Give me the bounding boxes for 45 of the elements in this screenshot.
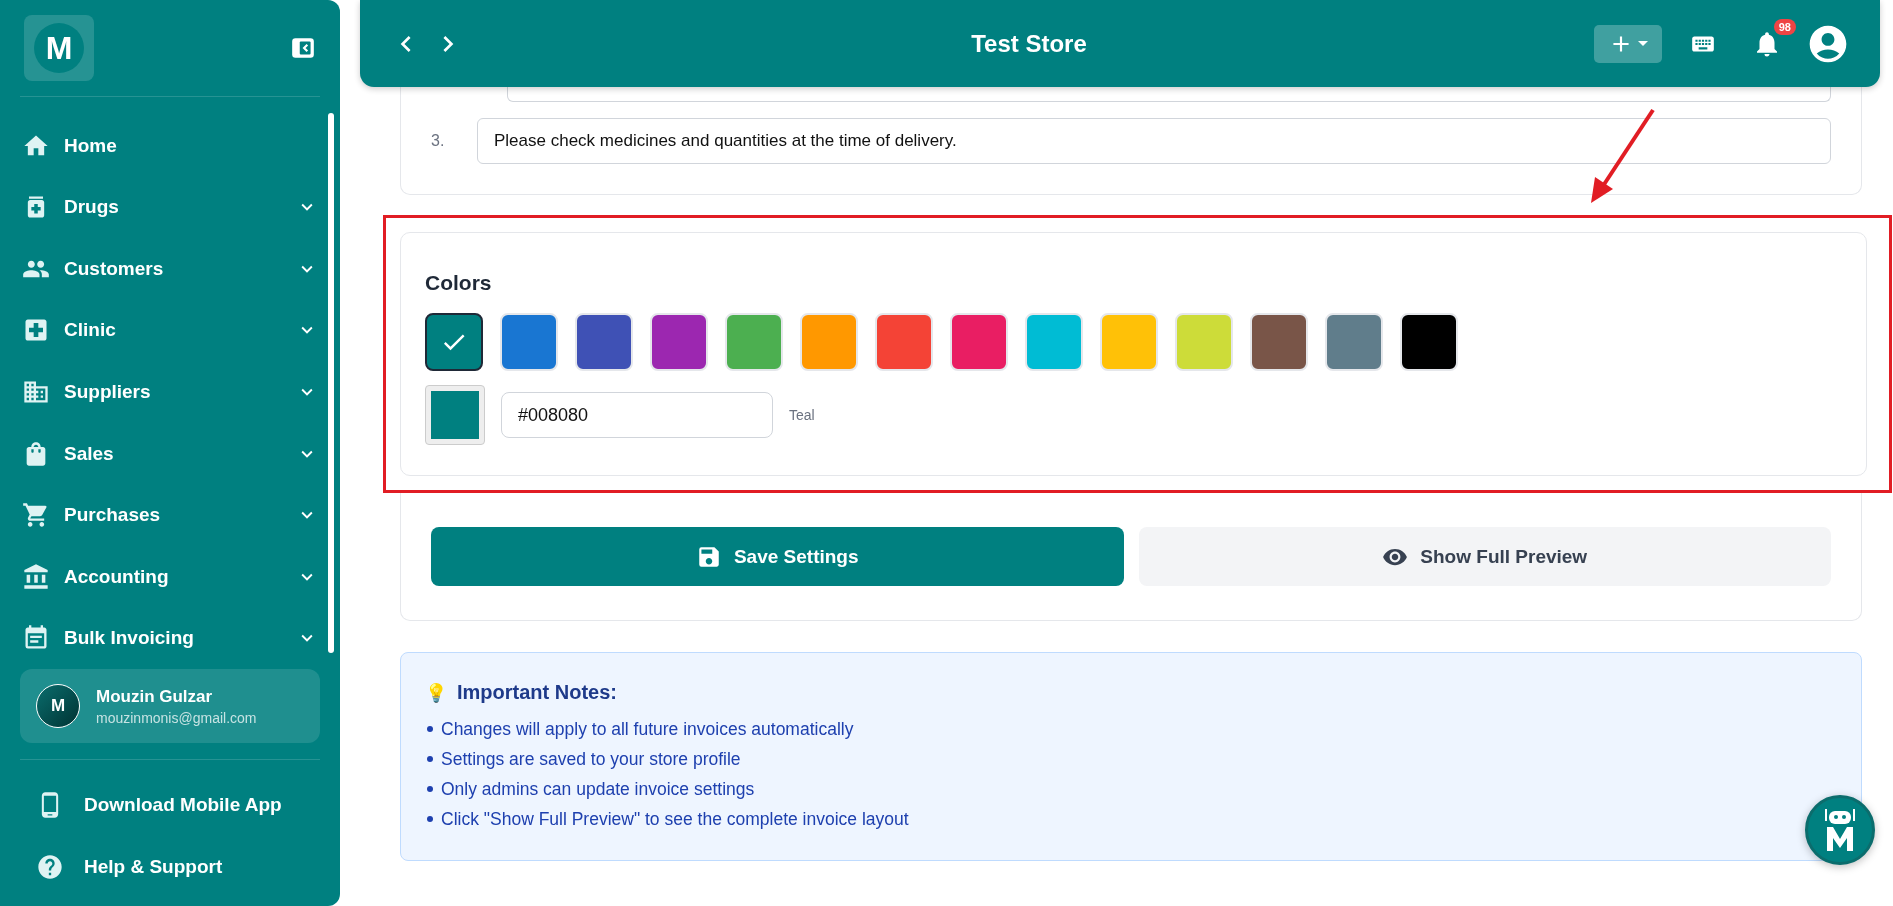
sidebar-link[interactable]: Help & Support bbox=[20, 836, 320, 898]
caret-icon bbox=[1638, 41, 1648, 46]
notification-badge: 98 bbox=[1773, 18, 1796, 35]
nav-item[interactable]: Bulk Invoicing bbox=[20, 607, 320, 670]
notes-title: Important Notes: bbox=[457, 681, 617, 704]
section-title: Colors bbox=[425, 271, 493, 295]
note-item: Settings are saved to your store profile bbox=[441, 749, 741, 769]
note-item: Changes will apply to all future invoices automatically bbox=[441, 719, 854, 739]
bullet-icon bbox=[427, 815, 433, 822]
user-avatar: M bbox=[36, 684, 80, 728]
assistant-bot-button[interactable] bbox=[1805, 795, 1875, 865]
nav-item[interactable]: Suppliers bbox=[20, 361, 320, 423]
add-menu-button[interactable] bbox=[1594, 24, 1662, 63]
hex-input-field[interactable]: #008080 bbox=[501, 392, 773, 438]
term-number: 3. bbox=[431, 132, 446, 150]
scrollbar[interactable] bbox=[328, 113, 334, 653]
help-icon bbox=[36, 853, 64, 881]
lightbulb-icon: 💡 bbox=[425, 681, 447, 704]
save-button[interactable]: Save Settings bbox=[431, 527, 1124, 586]
color-swatch[interactable] bbox=[425, 313, 483, 371]
nav-item[interactable]: Home bbox=[20, 115, 320, 177]
user-name: Mouzin Gulzar bbox=[96, 686, 214, 707]
user-card[interactable]: M Mouzin Gulzar mouzinmonis@gmail.com bbox=[20, 669, 320, 743]
note-item: Only admins can update invoice settings bbox=[441, 779, 755, 799]
bullet-icon bbox=[427, 725, 433, 732]
color-name: Teal bbox=[789, 407, 815, 423]
sidebar-link[interactable]: Download Mobile App bbox=[20, 774, 320, 836]
nav-item[interactable]: Clinic bbox=[20, 299, 320, 362]
nav-item[interactable]: Purchases bbox=[20, 484, 320, 546]
bank-icon bbox=[22, 562, 50, 591]
bullet-icon bbox=[427, 785, 433, 792]
preview-button[interactable]: Show Full Preview bbox=[1138, 527, 1831, 586]
logo[interactable]: M bbox=[24, 15, 94, 81]
note-item: Click "Show Full Preview" to see the complete invoice layout bbox=[441, 809, 909, 829]
store-title: Test Store bbox=[970, 29, 1088, 58]
collapse-sidebar-button[interactable] bbox=[290, 35, 316, 61]
terms-field[interactable] bbox=[507, 87, 1831, 102]
term-field[interactable]: Please check medicines and quantities at the time of delivery. bbox=[477, 118, 1831, 164]
color-picker[interactable] bbox=[425, 385, 485, 445]
nav-item[interactable]: Accounting bbox=[20, 545, 320, 608]
nav-item[interactable]: Customers bbox=[20, 238, 320, 300]
nav-item[interactable]: Drugs bbox=[20, 176, 320, 239]
user-email: mouzinmonis@gmail.com bbox=[96, 709, 257, 726]
nav-item[interactable]: Sales bbox=[20, 422, 320, 485]
bullet-icon bbox=[427, 755, 433, 762]
